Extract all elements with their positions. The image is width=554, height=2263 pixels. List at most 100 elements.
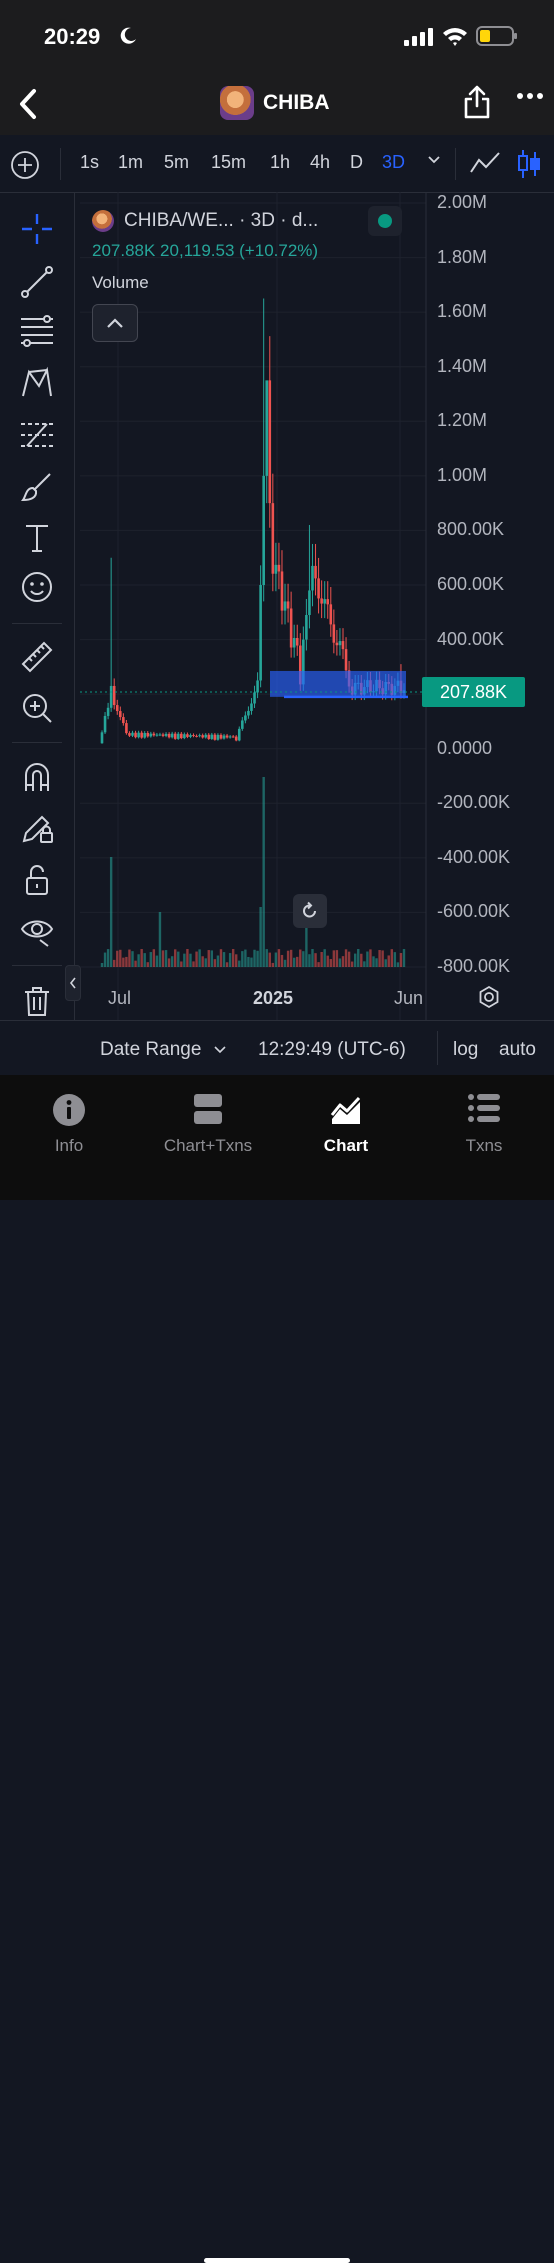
- chart-settings-icon[interactable]: [477, 985, 501, 1009]
- timezone-clock[interactable]: 12:29:49 (UTC-6): [258, 1039, 406, 1061]
- auto-scale-button[interactable]: auto: [499, 1039, 536, 1061]
- candle-body: [305, 615, 308, 640]
- candle-body: [253, 692, 256, 704]
- volume-bar: [158, 912, 162, 967]
- candle-body: [186, 734, 189, 737]
- volume-bar: [360, 953, 363, 967]
- candle-body: [189, 735, 192, 737]
- series-values: 207.88K 20,119.53 (+10.72%): [92, 241, 319, 260]
- candle-body: [317, 578, 320, 599]
- volume-bar: [189, 953, 192, 967]
- volume-bar: [177, 951, 180, 967]
- volume-bar: [280, 954, 284, 967]
- volume-bar: [137, 954, 140, 967]
- volume-bar: [201, 956, 204, 967]
- candle-body: [320, 598, 323, 604]
- candle-body: [341, 641, 345, 650]
- volume-bars: [100, 777, 406, 967]
- candle-body: [122, 717, 125, 724]
- volume-bar: [256, 950, 259, 967]
- candle-body: [222, 735, 226, 739]
- series-legend[interactable]: CHIBA/WE... · 3D · d...: [92, 206, 412, 236]
- candle-body: [262, 475, 265, 585]
- tab-chart[interactable]: Chart: [291, 1093, 401, 1156]
- candle-body: [323, 599, 326, 604]
- volume-bar: [192, 961, 195, 967]
- candle-body: [314, 565, 317, 579]
- tab-label: Info: [54, 1136, 84, 1155]
- candle-body: [155, 734, 159, 736]
- volume-bar: [363, 961, 366, 967]
- status-dot: [378, 214, 392, 228]
- candle-body: [268, 380, 272, 504]
- info-icon: [53, 1094, 85, 1126]
- volume-bar: [207, 950, 210, 967]
- candle-body: [164, 733, 168, 736]
- volume-bar: [344, 949, 348, 967]
- x-tick-label: Jul: [108, 988, 132, 1008]
- volume-bar: [369, 949, 372, 967]
- volume-bar: [122, 957, 125, 967]
- volume-bar: [213, 959, 217, 967]
- chevron-down-icon: [214, 1046, 226, 1054]
- y-tick-label: 1.20M: [437, 410, 488, 431]
- volume-bar: [381, 950, 384, 967]
- candle-body: [280, 571, 284, 611]
- y-tick-label: 1.60M: [437, 301, 488, 322]
- candle-body: [134, 732, 137, 738]
- date-range-button[interactable]: Date Range: [100, 1039, 201, 1061]
- candle-body: [143, 732, 147, 738]
- volume-bar: [311, 949, 314, 967]
- volume-bar: [100, 963, 104, 967]
- candle-body: [216, 734, 220, 740]
- volume-bar: [235, 954, 238, 967]
- log-scale-button[interactable]: log: [453, 1039, 478, 1061]
- candle-body: [237, 728, 241, 741]
- candle-body: [106, 707, 110, 716]
- volume-bar: [161, 950, 165, 967]
- volume-bar: [238, 960, 241, 967]
- tab-label: Txns: [465, 1136, 503, 1155]
- x-tick-label: 2025: [253, 988, 294, 1008]
- candle-body: [256, 680, 259, 693]
- volume-bar: [329, 959, 332, 967]
- volume-bar: [149, 952, 153, 967]
- volume-bar: [231, 949, 235, 967]
- volume-bar: [268, 952, 271, 967]
- volume-bar: [219, 949, 223, 967]
- candle-body: [103, 715, 107, 733]
- volume-bar: [317, 962, 320, 967]
- volume-bar: [378, 950, 381, 967]
- volume-bar: [134, 960, 137, 967]
- y-tick-label: 1.00M: [437, 464, 488, 485]
- volume-bar: [289, 949, 293, 967]
- volume-bar: [131, 951, 134, 967]
- tab-txns[interactable]: Txns: [429, 1093, 539, 1156]
- candle-body: [344, 649, 348, 671]
- tab-info[interactable]: Info: [14, 1093, 124, 1156]
- volume-bar: [244, 949, 247, 967]
- volume-bar: [164, 950, 168, 967]
- volume-bar: [384, 959, 387, 967]
- volume-bar: [247, 956, 250, 967]
- candle-body: [308, 590, 311, 616]
- market-status-button[interactable]: [368, 206, 402, 236]
- candle-body: [247, 710, 250, 716]
- chart-bottom-bar: Date Range 12:29:49 (UTC-6) log auto: [0, 1020, 554, 1076]
- volume-bar: [109, 857, 113, 967]
- chart-txns-icon: [194, 1094, 222, 1124]
- candle-body: [210, 734, 214, 739]
- candle-body: [286, 601, 290, 609]
- candle-body: [137, 732, 140, 738]
- candle-body: [250, 703, 253, 711]
- volume-bar: [143, 953, 146, 967]
- collapse-legend-button[interactable]: [92, 304, 138, 342]
- volume-bar: [390, 949, 393, 967]
- reset-chart-button[interactable]: [293, 894, 327, 928]
- candle-body: [231, 736, 235, 738]
- bottom-divider: [437, 1031, 438, 1065]
- volume-bar: [262, 777, 265, 967]
- tab-chart-txns[interactable]: Chart+Txns: [153, 1093, 263, 1156]
- volume-bar: [283, 959, 287, 967]
- candle-body: [277, 564, 281, 572]
